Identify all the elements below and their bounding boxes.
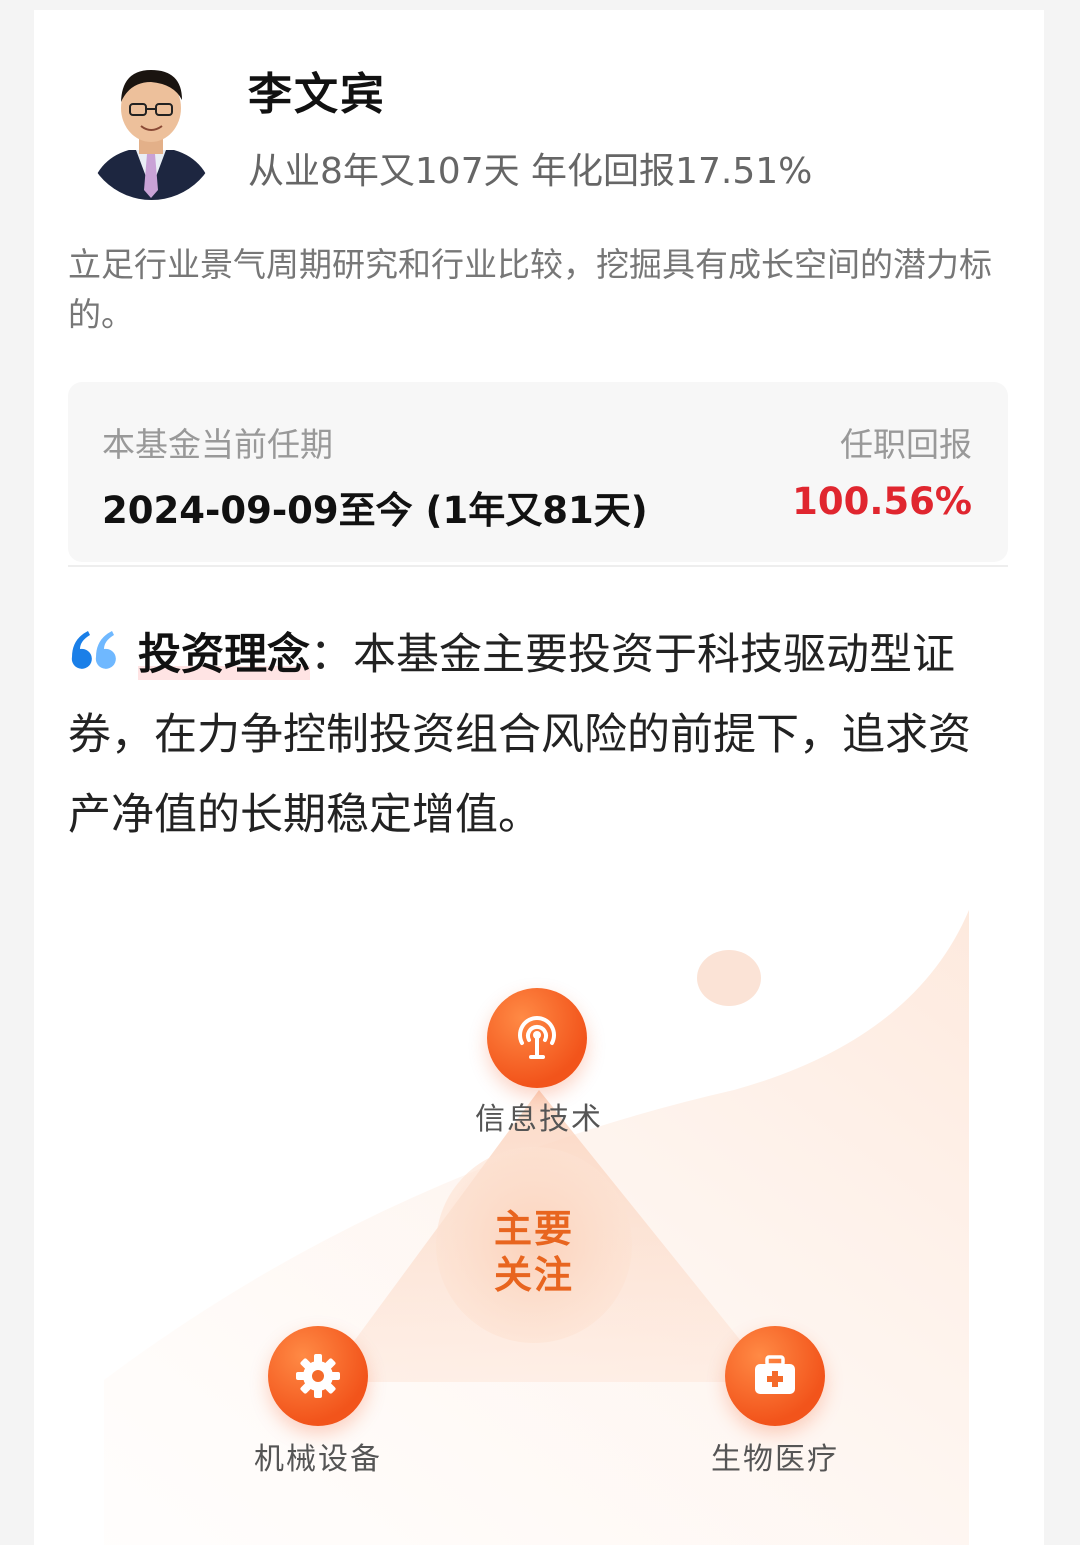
focus-label-biomedical: 生物医疗: [711, 1442, 839, 1477]
term-label: 本基金当前任期: [102, 425, 333, 464]
term-value: 2024-09-09至今 (1年又81天): [102, 489, 648, 532]
manager-name: 李文宾: [248, 69, 386, 120]
return-value: 100.56%: [792, 480, 972, 523]
focus-center-label: 主要 关注: [474, 1206, 594, 1298]
medical-kit-icon[interactable]: [725, 1326, 825, 1426]
philosophy-title: 投资理念: [138, 630, 310, 680]
divider: [68, 565, 1008, 567]
fund-manager-card: 李文宾 从业8年又107天 年化回报17.51% 立足行业景气周期研究和行业比较…: [34, 10, 1044, 1545]
focus-diagram: 信息技术 主要 关注 机械设备 生物医疗: [34, 890, 1044, 1545]
focus-label-it: 信息技术: [475, 1102, 603, 1137]
return-label: 任职回报: [840, 425, 972, 464]
focus-label-machinery: 机械设备: [254, 1442, 382, 1477]
quote-icon: [68, 621, 124, 669]
manager-tenure-return: 从业8年又107天 年化回报17.51%: [248, 151, 813, 192]
signal-tower-icon[interactable]: [487, 988, 587, 1088]
current-term-box: 本基金当前任期 2024-09-09至今 (1年又81天) 任职回报 100.5…: [68, 382, 1008, 562]
philosophy-separator: ：: [310, 630, 353, 680]
investment-philosophy: 投资理念：本基金主要投资于科技驱动型证券，在力争控制投资组合风险的前提下，追求资…: [68, 615, 1013, 855]
center-line-1: 主要: [493, 1207, 574, 1251]
gear-icon[interactable]: [268, 1326, 368, 1426]
center-line-2: 关注: [493, 1253, 574, 1297]
manager-description: 立足行业景气周期研究和行业比较，挖掘具有成长空间的潜力标的。: [68, 245, 992, 334]
manager-avatar[interactable]: [84, 50, 219, 200]
